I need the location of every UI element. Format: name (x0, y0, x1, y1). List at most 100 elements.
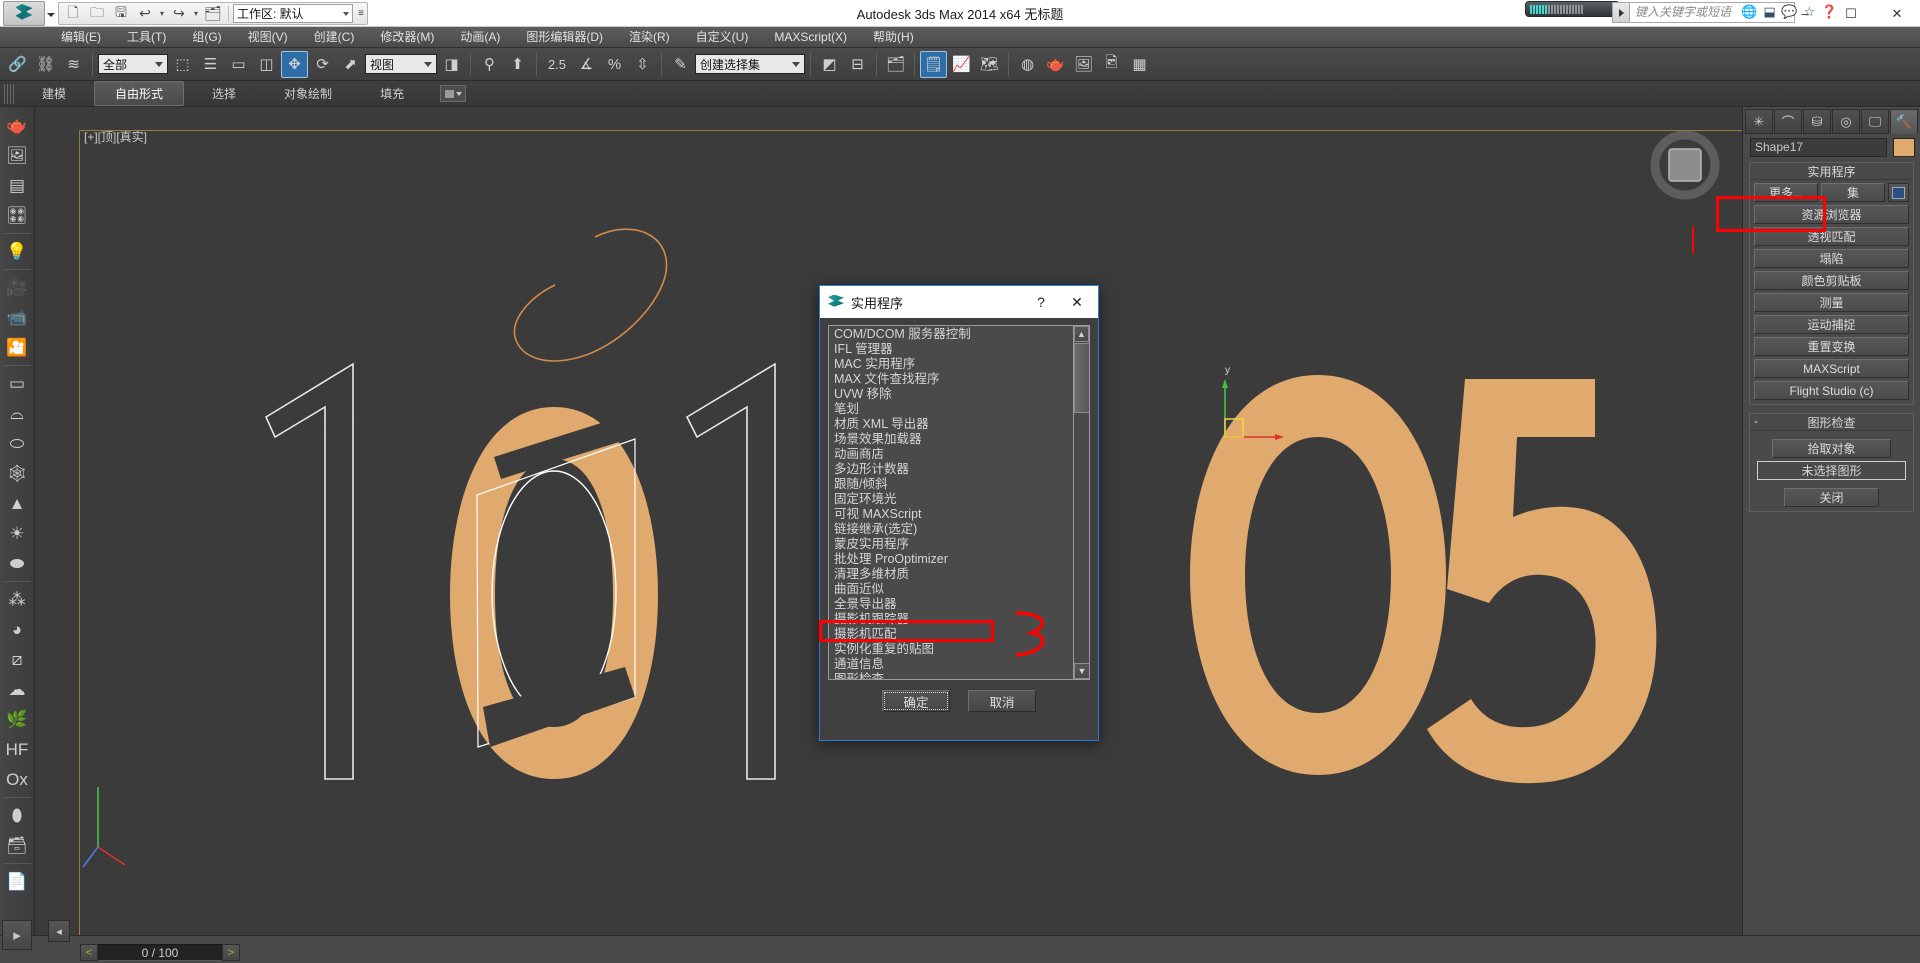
angle-snap-toggle-icon[interactable]: ∡ (573, 51, 600, 78)
hf-feather-icon[interactable]: HF (2, 735, 33, 764)
modify-tab[interactable]: ⌒ (1774, 109, 1802, 134)
settings-sliders-icon[interactable]: 🎛 (2, 201, 33, 230)
subscription-icon[interactable]: ⬓ (1761, 3, 1778, 20)
bind-to-space-warp-icon[interactable]: ≋ (60, 51, 87, 78)
render-production-icon[interactable]: 🖻 (1098, 51, 1125, 78)
named-selection-sets-combo[interactable]: 创建选择集 (695, 54, 805, 74)
prev-frame-button[interactable]: < (80, 944, 98, 961)
dialog-list-item-13[interactable]: 链接继承(选定) (832, 522, 1073, 537)
hierarchy-tab[interactable]: ⛁ (1803, 109, 1831, 134)
configure-button-sets-icon[interactable] (1888, 183, 1909, 202)
rectangular-selection-region-icon[interactable]: ▭ (225, 51, 252, 78)
reference-coordinate-combo[interactable]: 视图 (365, 54, 437, 74)
capsule-icon[interactable]: ◕ (2, 615, 33, 644)
render-iterative-icon[interactable]: ▦ (1126, 51, 1153, 78)
select-and-scale-icon[interactable]: ⬈ (337, 51, 364, 78)
render-setup-icon[interactable]: 🫖 (1042, 51, 1069, 78)
use-pivot-point-center-icon[interactable]: ◨ (438, 51, 465, 78)
light-bulb-icon[interactable]: 💡 (2, 237, 33, 266)
window-crossing-icon[interactable]: ◫ (253, 51, 280, 78)
document-export-icon[interactable]: 📄 (2, 867, 33, 896)
menu-item-10[interactable]: MAXScript(X) (761, 27, 860, 48)
mirror-icon[interactable]: ◩ (816, 51, 843, 78)
ribbon-tab-2[interactable]: 选择 (192, 82, 256, 105)
maximize-button[interactable]: ☐ (1828, 0, 1874, 27)
dialog-list-item-23[interactable]: 图形检查 (832, 672, 1073, 680)
dialog-list-item-3[interactable]: MAX 文件查找程序 (832, 372, 1073, 387)
utilities-rollout-header[interactable]: 实用程序 (1750, 163, 1913, 180)
material-editor-icon[interactable]: ◍ (1014, 51, 1041, 78)
dialog-list-item-17[interactable]: 曲面近似 (832, 582, 1073, 597)
align-icon[interactable]: ⊟ (844, 51, 871, 78)
view-cube[interactable] (1650, 130, 1720, 200)
cloud-icon[interactable]: ☁ (2, 675, 33, 704)
ribbon-tab-4[interactable]: 填充 (360, 82, 424, 105)
search-expand-icon[interactable] (1612, 2, 1630, 23)
dialog-list-item-10[interactable]: 跟随/倾斜 (832, 477, 1073, 492)
close-button[interactable]: ✕ (1874, 0, 1920, 27)
camera-target-icon[interactable]: 📹 (2, 303, 33, 332)
listbox-scrollbar[interactable]: ▲ ▼ (1073, 326, 1089, 679)
gray-sphere-icon[interactable]: ⬮ (2, 801, 33, 830)
viewport-label[interactable]: [+][顶][真实] (84, 128, 147, 145)
dialog-list-item-4[interactable]: UVW 移除 (832, 387, 1073, 402)
ribbon-grip[interactable] (4, 84, 14, 104)
snaps-toggle-icon[interactable]: ⬆ (504, 51, 531, 78)
dialog-list-item-11[interactable]: 固定环境光 (832, 492, 1073, 507)
menu-item-5[interactable]: 修改器(M) (367, 27, 447, 48)
display-tab[interactable]: 🖵 (1861, 109, 1889, 134)
menu-item-0[interactable]: 编辑(E) (48, 27, 114, 48)
dialog-list-item-14[interactable]: 蒙皮实用程序 (832, 537, 1073, 552)
utility-button-4[interactable]: 测量 (1754, 293, 1909, 312)
teapot-wireframe-icon[interactable]: 🕸 (2, 459, 33, 488)
time-slider[interactable]: < 0 / 100 > (80, 944, 240, 961)
dialog-close-button[interactable]: ✕ (1064, 292, 1090, 312)
create-tab[interactable]: ✳ (1745, 109, 1773, 134)
schematic-view-icon[interactable]: 🗺 (976, 51, 1003, 78)
menu-item-8[interactable]: 渲染(R) (616, 27, 683, 48)
more-button[interactable]: 更多... (1754, 183, 1818, 202)
selection-filter-combo[interactable]: 全部 (98, 54, 168, 74)
pyramid-net-icon[interactable]: ⧄ (2, 645, 33, 674)
camera-red-icon[interactable]: 🎦 (2, 333, 33, 362)
ribbon-tab-3[interactable]: 对象绘制 (264, 82, 352, 105)
select-and-manipulate-icon[interactable]: ⚲ (476, 51, 503, 78)
utility-button-3[interactable]: 颜色剪贴板 (1754, 271, 1909, 290)
scroll-up-button[interactable]: ▲ (1074, 326, 1089, 342)
teapot-icon[interactable]: 🫖 (2, 111, 33, 140)
shape-check-rollout-header[interactable]: - 图形检查 (1750, 414, 1913, 431)
sun-icon[interactable]: ☀ (2, 519, 33, 548)
sets-button[interactable]: 集 (1821, 183, 1885, 202)
dialog-list-item-2[interactable]: MAC 实用程序 (832, 357, 1073, 372)
object-color-swatch[interactable] (1893, 138, 1915, 157)
rendered-frame-window-icon[interactable]: 🖼 (1070, 51, 1097, 78)
scene-explorer-icon[interactable]: 🗒 (920, 51, 947, 78)
dialog-ok-button[interactable]: 确定 (882, 690, 950, 712)
select-by-name-icon[interactable]: ☰ (197, 51, 224, 78)
utility-button-6[interactable]: 重置变换 (1754, 337, 1909, 356)
utilities-tab[interactable]: 🔨 (1890, 109, 1918, 134)
motion-tab[interactable]: ◎ (1832, 109, 1860, 134)
dialog-cancel-button[interactable]: 取消 (968, 690, 1036, 712)
utility-button-5[interactable]: 运动捕捉 (1754, 315, 1909, 334)
cone-primitive-icon[interactable]: ▲ (2, 489, 33, 518)
dialog-list-item-12[interactable]: 可视 MAXScript (832, 507, 1073, 522)
percent-snap-toggle-icon[interactable]: % (601, 51, 628, 78)
curve-editor-icon[interactable]: 📈 (948, 51, 975, 78)
camera-icon[interactable]: 🎥 (2, 273, 33, 302)
scrollbar-thumb[interactable] (1074, 343, 1090, 413)
dialog-list-item-7[interactable]: 场景效果加载器 (832, 432, 1073, 447)
sphere-primitive-icon[interactable]: ⬭ (2, 429, 33, 458)
particle-array-icon[interactable]: ⁂ (2, 585, 33, 614)
maximize-viewport-toggle-icon[interactable]: ▸ (2, 920, 32, 950)
dialog-list-item-1[interactable]: IFL 管理器 (832, 342, 1073, 357)
utility-button-0[interactable]: 资源浏览器 (1754, 205, 1909, 224)
ox-hair-icon[interactable]: Ox (2, 765, 33, 794)
dialog-list-item-6[interactable]: 材质 XML 导出器 (832, 417, 1073, 432)
ribbon-tab-1[interactable]: 自由形式 (94, 81, 184, 106)
dialog-list-item-16[interactable]: 清理多维材质 (832, 567, 1073, 582)
utility-button-8[interactable]: Flight Studio (c) (1754, 381, 1909, 400)
menu-item-11[interactable]: 帮助(H) (860, 27, 927, 48)
menu-item-2[interactable]: 组(G) (179, 27, 234, 48)
select-object-icon[interactable]: ⬚ (169, 51, 196, 78)
